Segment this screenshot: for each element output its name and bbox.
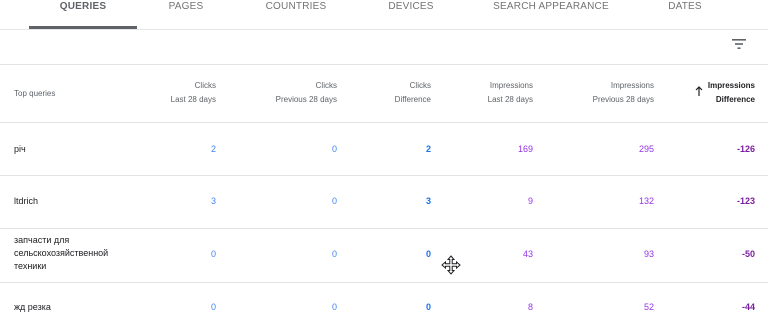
impressions-last-cell: 9 <box>527 196 533 206</box>
impressions-difference-cell: -123 <box>736 196 755 206</box>
query-cell: річ <box>14 144 26 154</box>
impressions-previous-cell: 132 <box>638 196 654 206</box>
tab-search-appearance[interactable]: SEARCH APPEARANCE <box>482 0 620 28</box>
header-top-queries: Top queries <box>14 89 56 98</box>
header-sublabel: Last 28 days <box>487 95 533 104</box>
impressions-last-cell: 43 <box>522 249 533 259</box>
query-cell: жд резка <box>14 302 51 312</box>
header-sublabel: Difference <box>394 95 431 104</box>
header-clicks-last[interactable]: Clicks Last 28 days <box>136 79 216 107</box>
header-label: Clicks <box>409 81 431 90</box>
impressions-last-cell: 8 <box>527 302 533 312</box>
header-impressions-difference[interactable]: Impressions Difference <box>690 79 755 107</box>
clicks-difference-cell: 0 <box>425 249 431 259</box>
clicks-last-cell: 0 <box>210 302 216 312</box>
impressions-previous-cell: 93 <box>643 249 654 259</box>
clicks-previous-cell: 0 <box>331 249 337 259</box>
header-clicks-previous[interactable]: Clicks Previous 28 days <box>237 79 337 107</box>
header-label: Clicks <box>315 81 337 90</box>
tab-bar: QUERIES PAGES COUNTRIES DEVICES SEARCH A… <box>0 0 768 30</box>
tab-pages[interactable]: PAGES <box>141 0 231 28</box>
impressions-difference-cell: -126 <box>736 144 755 154</box>
clicks-last-cell: 3 <box>210 196 216 206</box>
clicks-last-cell: 2 <box>210 144 216 154</box>
move-cursor-icon <box>441 255 461 275</box>
search-console-queries-table: QUERIES PAGES COUNTRIES DEVICES SEARCH A… <box>0 0 768 334</box>
query-cell: ltdrich <box>14 196 39 206</box>
header-label: Impressions <box>489 81 533 90</box>
clicks-previous-cell: 0 <box>331 196 337 206</box>
header-label: Clicks <box>194 81 216 90</box>
clicks-last-cell: 0 <box>210 249 216 259</box>
header-impressions-last[interactable]: Impressions Last 28 days <box>453 79 533 107</box>
impressions-difference-cell: -44 <box>741 302 755 312</box>
clicks-difference-cell: 0 <box>425 302 431 312</box>
impressions-last-cell: 169 <box>517 144 533 154</box>
header-label: Impressions <box>610 81 654 90</box>
tab-queries[interactable]: QUERIES <box>29 0 137 28</box>
header-sublabel: Previous 28 days <box>275 95 337 104</box>
impressions-difference-cell: -50 <box>741 249 755 259</box>
clicks-difference-cell: 2 <box>425 144 431 154</box>
tab-dates[interactable]: DATES <box>648 0 722 28</box>
header-sublabel: Last 28 days <box>170 95 216 104</box>
impressions-previous-cell: 52 <box>643 302 654 312</box>
clicks-previous-cell: 0 <box>331 302 337 312</box>
row-divider <box>0 282 768 283</box>
header-top-divider <box>0 64 768 65</box>
header-clicks-difference[interactable]: Clicks Difference <box>361 79 431 107</box>
tab-countries[interactable]: COUNTRIES <box>246 0 346 28</box>
impressions-previous-cell: 295 <box>638 144 654 154</box>
row-divider <box>0 175 768 176</box>
filter-icon[interactable] <box>731 37 747 51</box>
clicks-previous-cell: 0 <box>331 144 337 154</box>
tabs-divider <box>0 29 768 30</box>
tab-devices[interactable]: DEVICES <box>366 0 456 28</box>
query-cell: запчасти для сельскохозяйственной техник… <box>14 235 109 271</box>
header-sublabel: Difference <box>715 95 755 104</box>
clicks-difference-cell: 3 <box>425 196 431 206</box>
row-divider <box>0 228 768 229</box>
header-bottom-divider <box>0 122 768 123</box>
header-impressions-previous[interactable]: Impressions Previous 28 days <box>554 79 654 107</box>
header-label: Impressions <box>707 81 755 90</box>
header-sublabel: Previous 28 days <box>592 95 654 104</box>
